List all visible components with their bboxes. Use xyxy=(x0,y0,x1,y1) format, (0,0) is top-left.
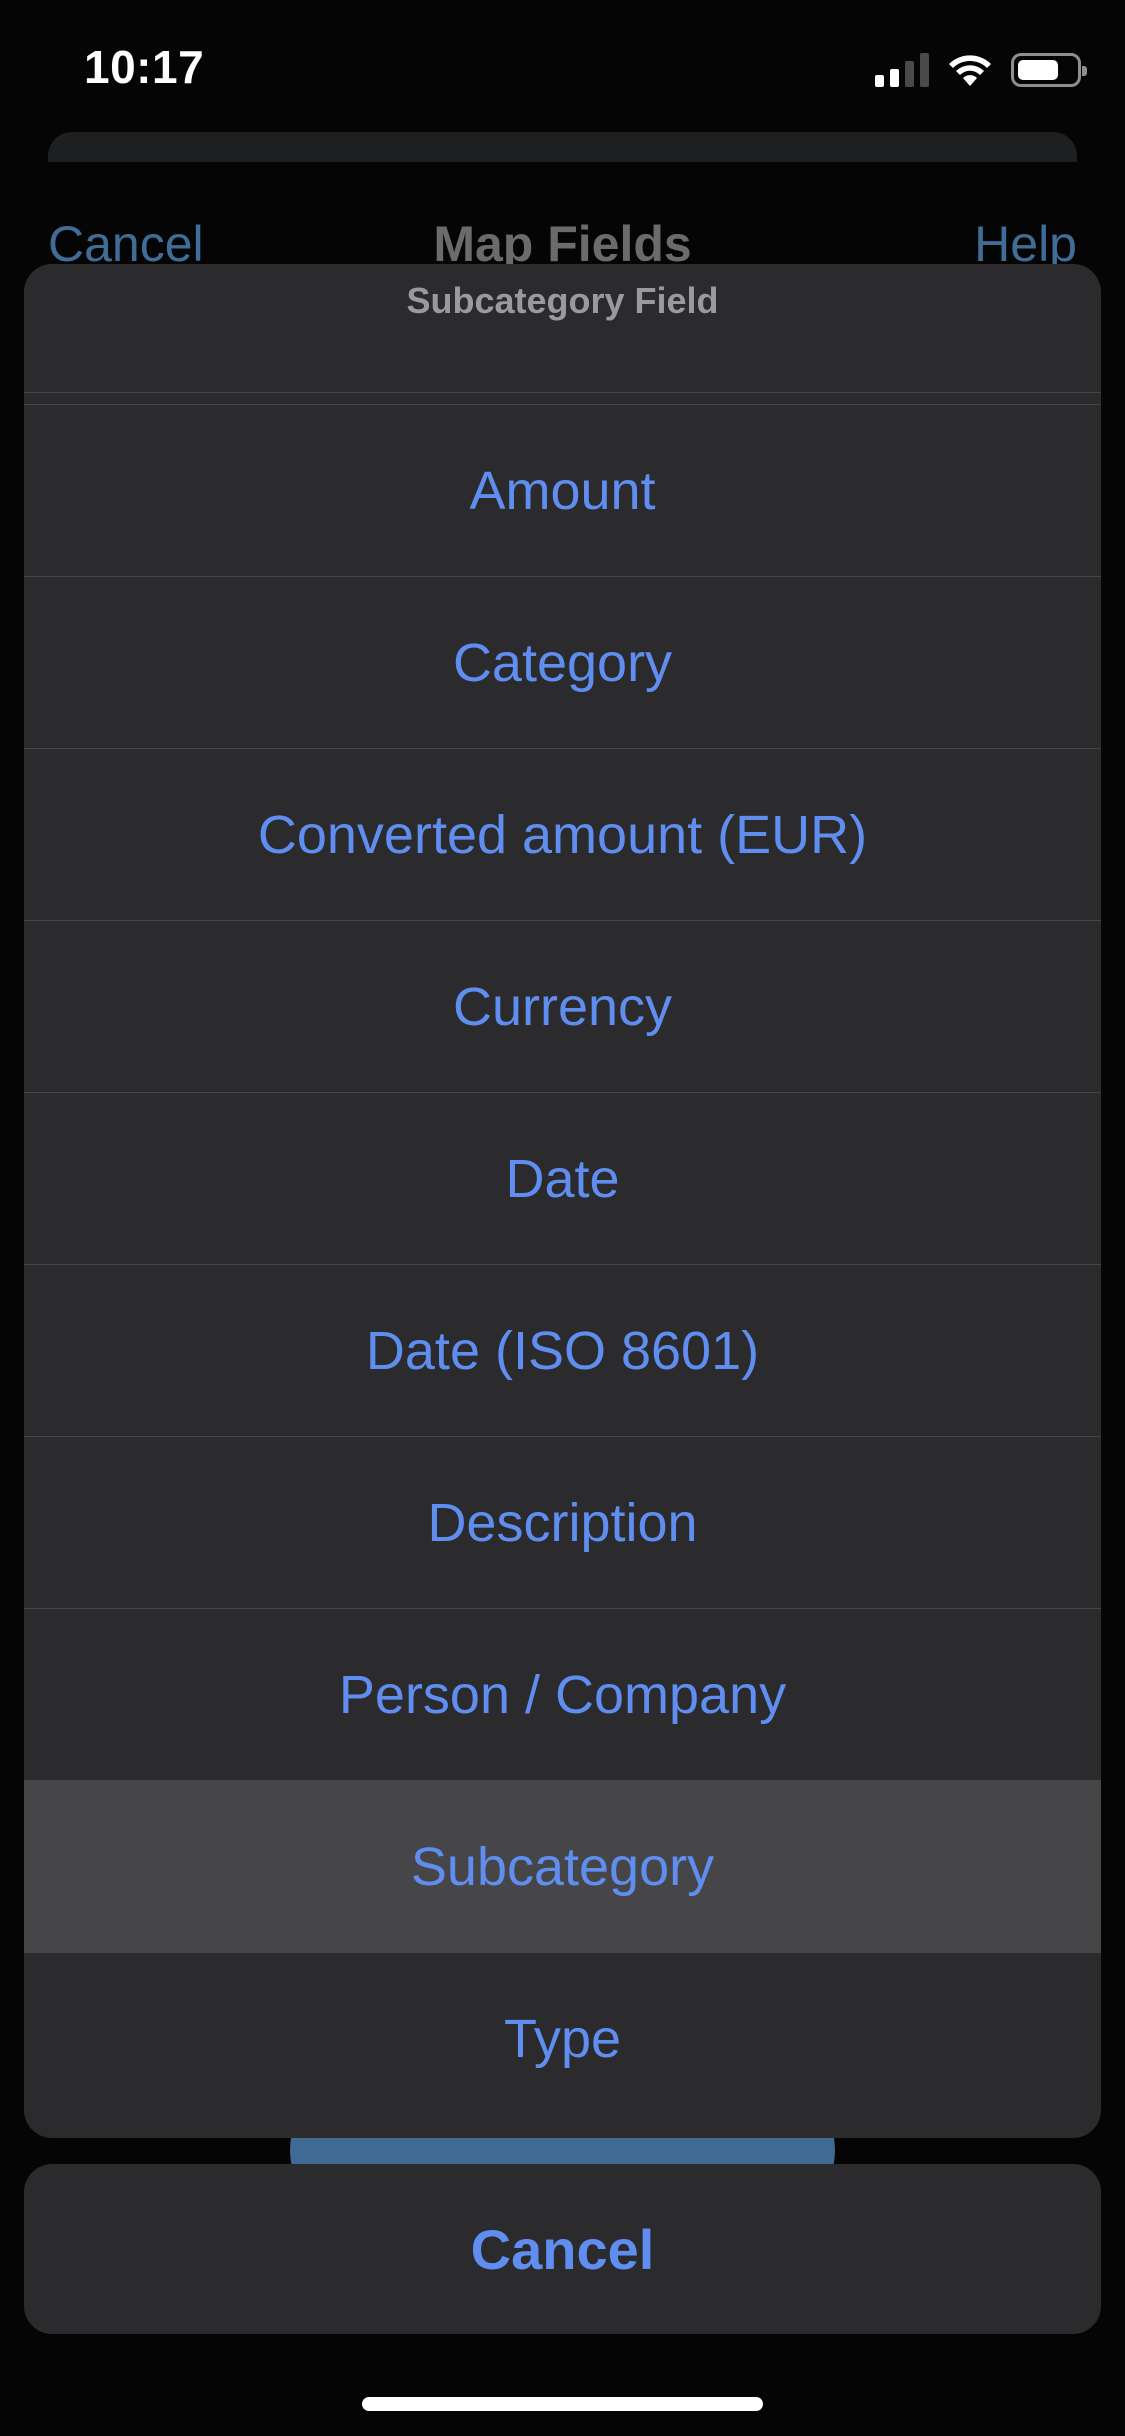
cellular-signal-icon xyxy=(875,53,929,87)
option-amount[interactable]: Amount xyxy=(24,405,1101,577)
divider xyxy=(24,392,1101,393)
screen: 10:17 Map Fields Cancel Help Subcategory… xyxy=(0,0,1125,2436)
option-subcategory[interactable]: Subcategory xyxy=(24,1781,1101,1953)
background-card xyxy=(48,132,1077,162)
action-sheet-header: Subcategory Field xyxy=(24,264,1101,405)
battery-icon xyxy=(1011,53,1087,87)
action-sheet-title: Subcategory Field xyxy=(406,280,719,321)
action-sheet-cancel-button[interactable]: Cancel xyxy=(24,2164,1101,2334)
status-icons xyxy=(875,50,1087,90)
home-indicator[interactable] xyxy=(362,2397,763,2411)
option-person-company[interactable]: Person / Company xyxy=(24,1609,1101,1781)
option-converted-amount[interactable]: Converted amount (EUR) xyxy=(24,749,1101,921)
status-time: 10:17 xyxy=(84,41,205,93)
option-type[interactable]: Type xyxy=(24,1953,1101,2125)
option-date-iso[interactable]: Date (ISO 8601) xyxy=(24,1265,1101,1437)
option-description[interactable]: Description xyxy=(24,1437,1101,1609)
option-currency[interactable]: Currency xyxy=(24,921,1101,1093)
status-bar: 10:17 xyxy=(0,0,1125,135)
action-sheet: Subcategory Field Amount Category Conver… xyxy=(24,264,1101,2138)
wifi-icon xyxy=(949,55,991,86)
option-date[interactable]: Date xyxy=(24,1093,1101,1265)
option-category[interactable]: Category xyxy=(24,577,1101,749)
